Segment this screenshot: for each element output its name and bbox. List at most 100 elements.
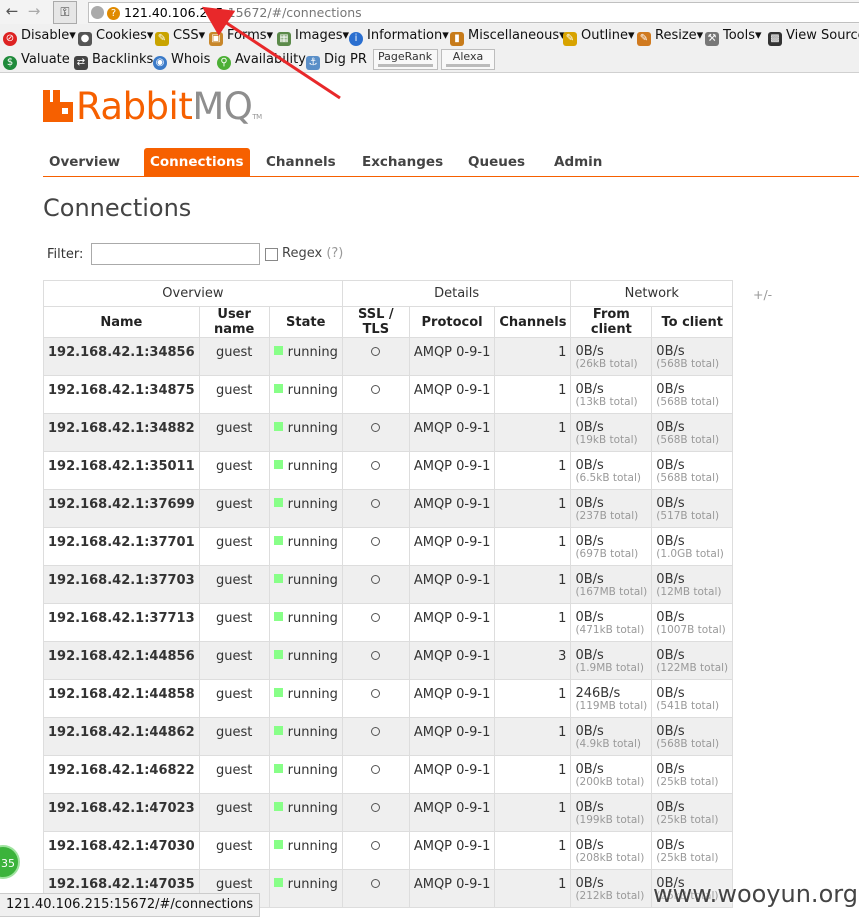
connection-name-link[interactable]: 192.168.42.1:34856: [43, 337, 200, 376]
tab-connections[interactable]: Connections: [144, 148, 250, 176]
regex-help-link[interactable]: (?): [326, 246, 343, 261]
connection-name-link[interactable]: 192.168.42.1:47023: [43, 793, 200, 832]
column-header-to-client[interactable]: To client: [651, 306, 734, 338]
url-field[interactable]: ? 121.40.106.215:15672/#/connections: [88, 2, 859, 23]
connection-state: running: [268, 717, 343, 756]
tab-admin[interactable]: Admin: [548, 148, 608, 176]
page-title: Connections: [43, 194, 192, 222]
pagerank-box[interactable]: PageRank: [373, 49, 438, 70]
column-header-name[interactable]: Name: [43, 306, 200, 338]
to-client-rate: 0B/s (568B total): [651, 451, 734, 490]
table-row[interactable]: 192.168.42.1:34856 guest running AMQP 0-…: [43, 337, 734, 376]
channel-count: 1: [494, 869, 572, 908]
toolbar-view-source[interactable]: ▩ View Source: [768, 27, 859, 46]
table-row[interactable]: 192.168.42.1:47030 guest running AMQP 0-…: [43, 831, 734, 870]
key-icon[interactable]: ⚿: [53, 1, 77, 24]
filter-input[interactable]: [91, 243, 260, 265]
table-row[interactable]: 192.168.42.1:34875 guest running AMQP 0-…: [43, 375, 734, 414]
to-client-rate: 0B/s (541B total): [651, 679, 734, 718]
toolbar-images[interactable]: ▦ Images▾: [277, 27, 349, 46]
alexa-box[interactable]: Alexa: [441, 49, 495, 70]
tab-queues[interactable]: Queues: [462, 148, 531, 176]
connection-name-link[interactable]: 192.168.42.1:35011: [43, 451, 200, 490]
connection-name-link[interactable]: 192.168.42.1:37699: [43, 489, 200, 528]
table-row[interactable]: 192.168.42.1:37699 guest running AMQP 0-…: [43, 489, 734, 528]
ssl-indicator: [341, 755, 410, 794]
protocol: AMQP 0-9-1: [408, 489, 496, 528]
connection-name-link[interactable]: 192.168.42.1:44862: [43, 717, 200, 756]
connection-state: running: [268, 831, 343, 870]
table-row[interactable]: 192.168.42.1:34882 guest running AMQP 0-…: [43, 413, 734, 452]
user-name: guest: [198, 717, 270, 756]
regex-checkbox[interactable]: [265, 248, 278, 261]
table-row[interactable]: 192.168.42.1:44862 guest running AMQP 0-…: [43, 717, 734, 756]
table-row[interactable]: 192.168.42.1:37703 guest running AMQP 0-…: [43, 565, 734, 604]
toolbar-dig-pr[interactable]: ⚓ Dig PR: [306, 51, 367, 70]
tab-overview[interactable]: Overview: [43, 148, 126, 176]
column-header-ssl[interactable]: SSL / TLS: [341, 306, 410, 338]
table-row[interactable]: 192.168.42.1:46822 guest running AMQP 0-…: [43, 755, 734, 794]
toolbar-valuate[interactable]: $ Valuate: [3, 51, 70, 70]
toolbar-backlinks[interactable]: ⇄ Backlinks: [74, 51, 153, 70]
connection-name-link[interactable]: 192.168.42.1:44858: [43, 679, 200, 718]
running-indicator: [273, 460, 283, 469]
channel-count: 1: [494, 831, 572, 870]
user-name: guest: [198, 831, 270, 870]
toolbar-whois[interactable]: ◉ Whois: [153, 51, 210, 70]
from-client-rate: 0B/s (19kB total): [570, 413, 653, 452]
table-row[interactable]: 192.168.42.1:37701 guest running AMQP 0-…: [43, 527, 734, 566]
connection-name-link[interactable]: 192.168.42.1:34875: [43, 375, 200, 414]
table-row[interactable]: 192.168.42.1:47023 guest running AMQP 0-…: [43, 793, 734, 832]
ssl-indicator: [341, 641, 410, 680]
from-client-rate: 0B/s (471kB total): [570, 603, 653, 642]
logo-tm: TM: [252, 113, 262, 121]
toolbar-resize[interactable]: ✎ Resize▾: [637, 27, 703, 46]
images-icon: ▦: [277, 32, 291, 46]
toolbar-forms[interactable]: ▣ Forms▾: [209, 27, 273, 46]
ssl-indicator: [341, 793, 410, 832]
running-indicator: [273, 840, 283, 849]
channel-count: 1: [494, 489, 572, 528]
connection-name-link[interactable]: 192.168.42.1:44856: [43, 641, 200, 680]
tab-exchanges[interactable]: Exchanges: [356, 148, 449, 176]
toolbar-outline[interactable]: ✎ Outline▾: [563, 27, 635, 46]
channel-count: 1: [494, 717, 572, 756]
column-header-state[interactable]: State: [268, 306, 343, 338]
ssl-indicator: [341, 565, 410, 604]
forward-icon[interactable]: →: [25, 2, 43, 20]
connection-name-link[interactable]: 192.168.42.1:46822: [43, 755, 200, 794]
back-icon[interactable]: ←: [3, 2, 21, 20]
toolbar-tools[interactable]: ⚒ Tools▾: [705, 27, 762, 46]
toolbar-availability[interactable]: ⚲ Availability: [217, 51, 306, 70]
toolbar-css[interactable]: ✎ CSS▾: [155, 27, 205, 46]
column-header-channels[interactable]: Channels: [494, 306, 572, 338]
connection-name-link[interactable]: 192.168.42.1:34882: [43, 413, 200, 452]
channel-count: 1: [494, 337, 572, 376]
connection-name-link[interactable]: 192.168.42.1:37703: [43, 565, 200, 604]
connection-name-link[interactable]: 192.168.42.1:47030: [43, 831, 200, 870]
column-header-protocol[interactable]: Protocol: [408, 306, 496, 338]
protocol: AMQP 0-9-1: [408, 337, 496, 376]
connection-name-link[interactable]: 192.168.42.1:37701: [43, 527, 200, 566]
table-row[interactable]: 192.168.42.1:44856 guest running AMQP 0-…: [43, 641, 734, 680]
running-indicator: [273, 612, 283, 621]
connection-name-link[interactable]: 192.168.42.1:37713: [43, 603, 200, 642]
column-header-from-client[interactable]: From client: [570, 306, 653, 338]
channel-count: 1: [494, 603, 572, 642]
toolbar-cookies[interactable]: ● Cookies▾: [78, 27, 153, 46]
column-header-user[interactable]: User name: [198, 306, 270, 338]
toolbar-information[interactable]: i Information▾: [349, 27, 449, 46]
table-row[interactable]: 192.168.42.1:37713 guest running AMQP 0-…: [43, 603, 734, 642]
table-row[interactable]: 192.168.42.1:35011 guest running AMQP 0-…: [43, 451, 734, 490]
ssl-indicator: [341, 489, 410, 528]
ssl-off-icon: [371, 575, 381, 584]
tab-channels[interactable]: Channels: [260, 148, 342, 176]
toolbar-disable[interactable]: ⊘ Disable▾: [3, 27, 76, 46]
floating-badge[interactable]: 35: [0, 845, 20, 879]
toolbar-miscellaneous[interactable]: ▮Miscellaneous▾: [450, 27, 566, 46]
table-row[interactable]: 192.168.42.1:44858 guest running AMQP 0-…: [43, 679, 734, 718]
connection-state: running: [268, 679, 343, 718]
to-client-rate: 0B/s (568B total): [651, 413, 734, 452]
columns-toggle[interactable]: +/-: [753, 287, 772, 302]
running-indicator: [273, 536, 283, 545]
